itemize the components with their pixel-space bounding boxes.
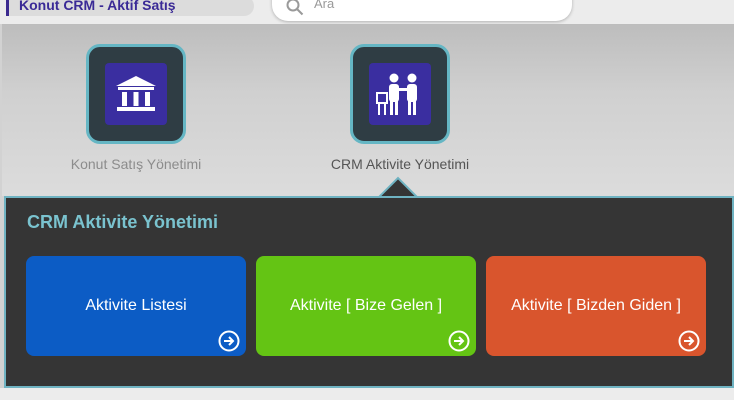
module-tile[interactable]	[86, 44, 186, 144]
arrow-circle-icon[interactable]	[678, 330, 700, 352]
card-label: Aktivite [ Bizden Giden ]	[511, 297, 681, 314]
module-tile[interactable]	[350, 44, 450, 144]
arrow-circle-icon[interactable]	[448, 330, 470, 352]
bank-icon	[116, 76, 156, 111]
card-aktivite-listesi[interactable]: Aktivite Listesi	[26, 256, 246, 356]
top-bar: Konut CRM - Aktif Satış Ara	[0, 0, 734, 24]
card-label: Aktivite Listesi	[85, 297, 187, 314]
module-crm-aktivite[interactable]: CRM Aktivite Yönetimi	[290, 44, 510, 172]
search-input[interactable]: Ara	[314, 0, 334, 11]
people-icon	[376, 73, 417, 115]
module-label: CRM Aktivite Yönetimi	[330, 156, 470, 172]
panel-title: CRM Aktivite Yönetimi	[27, 212, 219, 232]
search-box[interactable]: Ara	[272, 0, 572, 21]
panel-caret	[378, 176, 418, 198]
bottom-strip	[0, 388, 734, 400]
module-grid: Konut Satış Yönetimi CRM Aktivite Yöneti…	[2, 24, 734, 196]
card-label: Aktivite [ Bize Gelen ]	[289, 297, 443, 314]
arrow-circle-icon[interactable]	[218, 330, 240, 352]
search-icon	[286, 0, 304, 16]
module-label: Konut Satış Yönetimi	[70, 156, 202, 172]
module-konut-satis[interactable]: Konut Satış Yönetimi	[26, 44, 246, 172]
card-bize-gelen[interactable]: Aktivite [ Bize Gelen ]	[256, 256, 476, 356]
card-bizden-giden[interactable]: Aktivite [ Bizden Giden ]	[486, 256, 706, 356]
app-title[interactable]: Konut CRM - Aktif Satış	[6, 0, 254, 16]
submenu-panel: CRM Aktivite Yönetimi Aktivite Listesi A…	[4, 196, 734, 388]
app-title-text: Konut CRM - Aktif Satış	[19, 0, 176, 13]
